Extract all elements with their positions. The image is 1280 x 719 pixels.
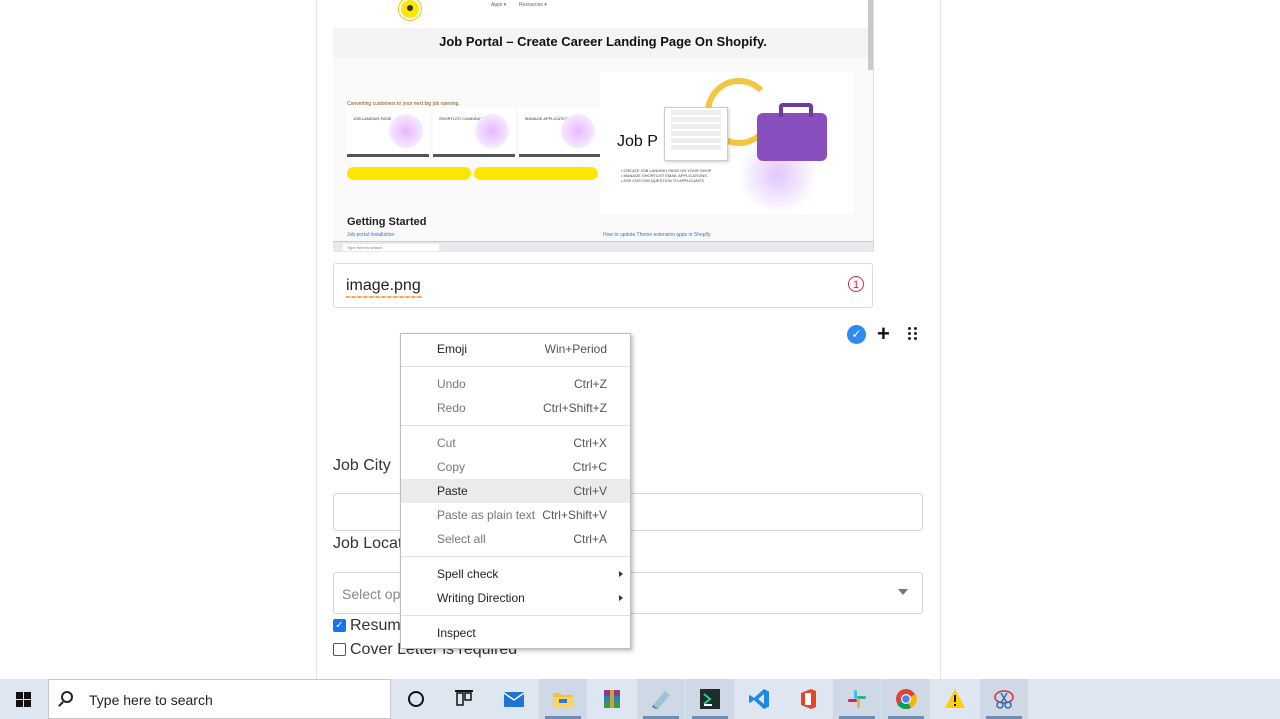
search-placeholder: Type here to search [89,692,213,708]
drag-handle-icon[interactable] [907,326,919,342]
menu-divider [401,556,630,557]
menu-divider [401,366,630,367]
menu-item-redo[interactable]: Redo Ctrl+Shift+Z [401,396,630,420]
preview-getting-started: Getting Started [347,216,427,228]
preview-subline: Converting customers to your next big jo… [347,101,460,107]
spellcheck-underline [346,296,422,298]
mail-icon[interactable] [490,679,538,719]
checkmark-circle-icon[interactable]: ✓ [847,325,866,344]
winrar-icon[interactable] [588,679,636,719]
preview-title: Job Portal – Create Career Landing Page … [439,34,767,49]
submenu-arrow-icon [619,595,623,601]
slack-icon[interactable] [833,679,881,719]
menu-item-emoji[interactable]: Emoji Win+Period [401,337,630,361]
menu-item-inspect[interactable]: Inspect [401,621,630,645]
warning-icon[interactable] [931,679,979,719]
preview-nav-apps: Apps ▾ [491,2,507,8]
pycharm-icon[interactable] [686,679,734,719]
uploaded-image-preview: Apps ▾ Resources ▾ Job Portal – Create C… [333,0,874,252]
menu-divider [401,425,630,426]
menu-item-copy[interactable]: Copy Ctrl+C [401,455,630,479]
search-icon [61,691,73,703]
task-view-icon[interactable] [440,679,488,719]
preview-card: MANAGE APPLICATIONS [519,108,601,157]
preview-card: SHORTLIST CANDIDATES [433,108,515,157]
office-icon[interactable] [784,679,832,719]
submenu-arrow-icon [619,571,623,577]
menu-item-undo[interactable]: Undo Ctrl+Z [401,372,630,396]
preview-card: JOB LANDING PAGE [347,108,429,157]
preview-link: How to update Theme extension apps in Sh… [603,232,711,238]
resume-checkbox[interactable]: ✓ [333,619,346,632]
taskbar-search-box[interactable]: Type here to search [48,679,391,719]
preview-context-menu [664,107,728,161]
job-city-label: Job City [333,457,391,474]
filename-text: image.png [346,277,421,294]
menu-item-writing-direction[interactable]: Writing Direction [401,586,630,610]
preview-bullets: • CREATE JOB LANDING PAGE ON YOUR SHOP •… [621,168,712,183]
briefcase-icon [757,103,827,161]
menu-item-paste[interactable]: Paste Ctrl+V [401,479,630,503]
select-placeholder: Select opt [342,586,405,602]
preview-taskbar: Type here to search [333,241,873,252]
add-icon[interactable]: + [877,321,890,347]
image-filename-field[interactable]: image.png 1 [333,263,873,308]
preview-scrollbar [868,0,873,70]
snipping-tool-icon[interactable] [980,679,1028,719]
windows-taskbar: Type here to search [0,679,1280,719]
file-explorer-icon[interactable] [539,679,587,719]
cover-letter-checkbox[interactable] [333,643,346,656]
preview-link: Job portal Installation [347,232,395,238]
preview-yellow-button [474,167,598,180]
context-menu: Emoji Win+Period Undo Ctrl+Z Redo Ctrl+Shif… [400,333,631,649]
preview-hero-heading: Job P [617,133,658,150]
menu-divider [401,615,630,616]
vscode-icon[interactable] [735,679,783,719]
menu-item-spell-check[interactable]: Spell check [401,562,630,586]
error-count-icon[interactable]: 1 [848,276,864,292]
menu-item-cut[interactable]: Cut Ctrl+X [401,431,630,455]
menu-item-paste-plain[interactable]: Paste as plain text Ctrl+Shift+V [401,503,630,527]
windows-start-button[interactable] [0,679,48,719]
chrome-icon[interactable] [882,679,930,719]
menu-item-select-all[interactable]: Select all Ctrl+A [401,527,630,551]
preview-nav-resources: Resources ▾ [519,2,547,8]
job-location-label: Job Locat [333,535,403,552]
cortana-icon[interactable] [392,679,440,719]
app-icon[interactable] [637,679,685,719]
preview-yellow-button [347,167,471,180]
chevron-down-icon [898,589,908,595]
